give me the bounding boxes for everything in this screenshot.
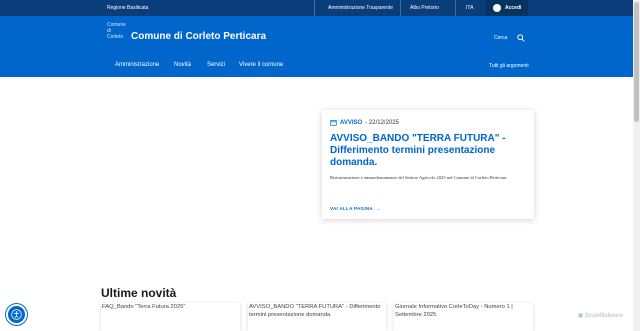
link-amministrazione-trasparente[interactable]: Amministrazione Trasparente [328,5,393,11]
divider [314,0,315,16]
search-icon [517,34,525,42]
news-card-image-alt: FAQ_Bando "Terra Futura 2025" [102,304,186,310]
watermark: ◉ ScanMalware [578,312,623,319]
scrollbar-thumb[interactable] [634,2,639,122]
watermark-logo-icon: ◉ [578,313,584,319]
nav-item-vivere-il-comune[interactable]: Vivere il comune [239,62,283,68]
accessibility-icon [11,309,22,320]
news-card[interactable]: AVVISO_BANDO "TERRA FUTURA" - Differimen… [248,303,386,331]
divider [455,0,456,16]
card-category[interactable]: AVVISO [340,120,362,126]
nav-item-servizi[interactable]: Servizi [207,62,225,68]
news-card-image-alt: AVVISO_BANDO "TERRA FUTURA" - Differimen… [249,304,381,318]
nav-item-novita[interactable]: Novità [174,62,191,68]
logo[interactable]: Comune di Corleto [107,22,127,46]
card-meta: AVVISO - 22/12/2025 [330,119,399,126]
news-card[interactable]: Giornale Informativo CorleToDay - Numero… [394,303,533,331]
search-button[interactable]: Cerca [494,34,525,42]
card-title[interactable]: AVVISO_BANDO "TERRA FUTURA" - Differimen… [330,133,526,169]
user-avatar-icon [493,4,501,12]
news-card[interactable]: FAQ_Bando "Terra Futura 2025" [101,303,240,331]
login-label: Accedi [505,5,522,11]
latest-news-heading: Ultime novità [101,286,177,300]
read-more-link[interactable]: VAI ALLA PAGINA → [330,206,381,211]
scrollbar[interactable] [633,0,640,331]
hero-card: AVVISO - 22/12/2025 AVVISO_BANDO "TERRA … [322,110,534,219]
accessibility-button[interactable] [6,304,27,325]
login-button[interactable]: Accedi [486,0,528,16]
search-label: Cerca [494,35,508,41]
language-selector[interactable]: ITA [466,5,473,11]
calendar-icon [330,120,337,126]
divider [400,0,401,16]
nav-item-amministrazione[interactable]: Amministrazione [115,62,159,68]
link-albo-pretorio[interactable]: Albo Pretorio [410,5,439,11]
card-description: Ristrutturazione e ammodernamento del Se… [330,175,508,180]
read-more-label: VAI ALLA PAGINA [330,206,373,211]
top-bar: Regione Basilicata Amministrazione Trasp… [0,0,633,16]
nav-all-topics[interactable]: Tutti gli argomenti [489,63,529,69]
watermark-text: ScanMalware [584,313,623,319]
news-card-image-alt: Giornale Informativo CorleToDay - Numero… [395,304,513,318]
region-link[interactable]: Regione Basilicata [107,5,148,11]
site-header: Comune di Corleto Comune di Corleto Pert… [0,16,633,77]
site-title[interactable]: Comune di Corleto Perticara [131,31,266,42]
arrow-right-icon: → [376,206,381,211]
card-date: - 22/12/2025 [365,119,399,126]
